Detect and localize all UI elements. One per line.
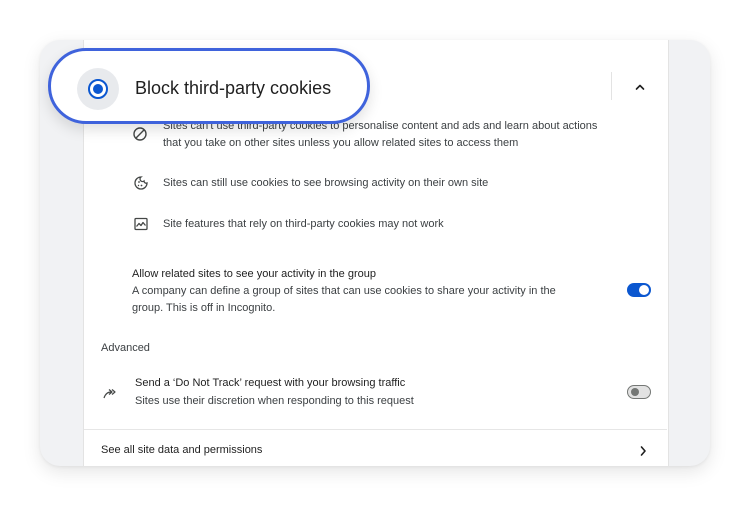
toggle-knob (631, 388, 639, 396)
detail-text-1-line2: that you take on other sites unless you … (163, 137, 519, 149)
related-sites-title: Allow related sites to see your activity… (132, 268, 376, 280)
related-sites-description-line2: group. This is off in Incognito. (132, 302, 276, 314)
image-broken-icon (133, 216, 149, 232)
detail-text-2: Sites can still use cookies to see brows… (163, 177, 489, 189)
see-all-site-data-link[interactable]: See all site data and permissions (101, 444, 262, 456)
related-sites-description-line1: A company can define a group of sites th… (132, 285, 556, 297)
block-third-party-label: Block third-party cookies (135, 78, 332, 98)
block-third-party-radio[interactable] (88, 79, 108, 99)
advanced-heading: Advanced (101, 342, 150, 354)
chevron-right-icon[interactable] (635, 443, 651, 459)
header-divider (611, 72, 612, 100)
forward-arrow-icon (102, 386, 118, 402)
dnt-title: Send a ‘Do Not Track’ request with your … (135, 377, 406, 389)
detail-text-3: Site features that rely on third-party c… (163, 218, 444, 230)
collapse-chevron-icon[interactable] (632, 79, 648, 95)
cookie-icon (133, 175, 149, 191)
footer-divider (84, 429, 667, 430)
dnt-toggle[interactable] (627, 385, 651, 399)
toggle-knob (639, 285, 649, 295)
related-sites-toggle[interactable] (627, 283, 651, 297)
dnt-description: Sites use their discretion when respondi… (135, 395, 414, 407)
blocked-icon (132, 126, 148, 142)
radio-dot (93, 84, 103, 94)
